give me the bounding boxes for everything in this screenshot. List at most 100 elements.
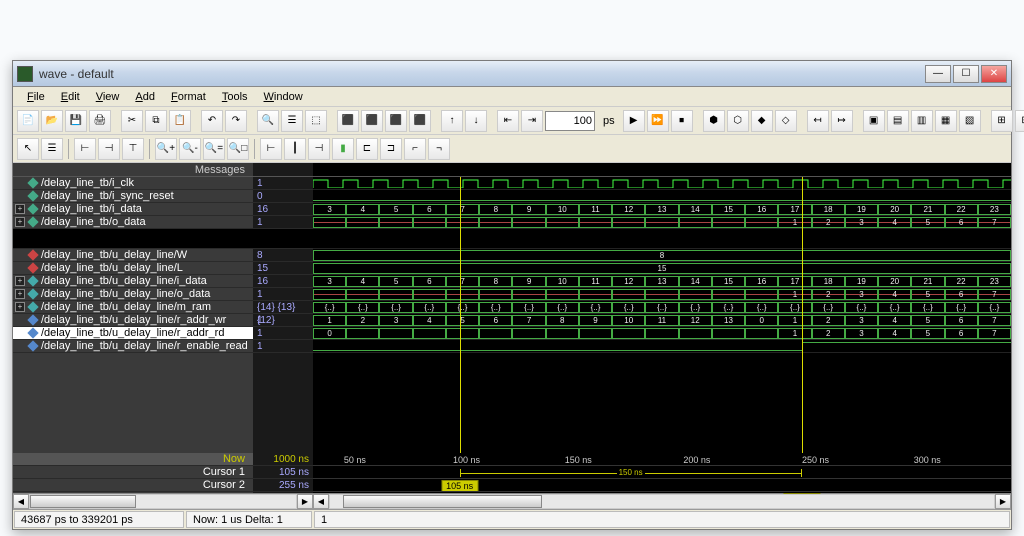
- cursor-prev-icon[interactable]: ↤: [807, 110, 829, 132]
- pointer-icon[interactable]: ↖: [17, 138, 39, 160]
- edge-mid-icon[interactable]: ┃: [284, 138, 306, 160]
- stop-icon[interactable]: ⏹: [671, 110, 693, 132]
- signal-row[interactable]: /delay_line_tb/u_delay_line/r_addr_wr: [13, 314, 253, 327]
- zoom-full-icon[interactable]: 🔍□: [227, 138, 249, 160]
- waveform-row[interactable]: [313, 190, 1011, 203]
- run-all-icon[interactable]: ⏩: [647, 110, 669, 132]
- titlebar[interactable]: wave - default — ☐ ✕: [13, 61, 1011, 87]
- expand-icon[interactable]: +: [15, 217, 25, 227]
- h-scrollbar[interactable]: ◀ ▶ ◀ ▶: [13, 493, 1011, 509]
- edge-d-icon[interactable]: ⊏: [356, 138, 378, 160]
- waveform-row[interactable]: 01234567: [313, 327, 1011, 340]
- expand-icon[interactable]: +: [15, 276, 25, 286]
- menu-window[interactable]: Window: [258, 89, 309, 105]
- g5-icon[interactable]: ▧: [959, 110, 981, 132]
- menu-add[interactable]: Add: [129, 89, 161, 105]
- wave-d-icon[interactable]: ⬛: [409, 110, 431, 132]
- signal-row[interactable]: /delay_line_tb/i_clk: [13, 177, 253, 190]
- g2-icon[interactable]: ▤: [887, 110, 909, 132]
- copy-icon[interactable]: ⧉: [145, 110, 167, 132]
- waveform-row[interactable]: 15: [313, 262, 1011, 275]
- zoom-out-icon[interactable]: 🔍-: [179, 138, 201, 160]
- up-arrow-icon[interactable]: ↑: [441, 110, 463, 132]
- menu-file[interactable]: File: [21, 89, 51, 105]
- edge-green-icon[interactable]: ▮: [332, 138, 354, 160]
- expand-icon[interactable]: +: [15, 204, 25, 214]
- wave-scroll-left-icon[interactable]: ◀: [313, 494, 329, 509]
- edge-e-icon[interactable]: ⊐: [380, 138, 402, 160]
- maximize-button[interactable]: ☐: [953, 65, 979, 83]
- wave-a-icon[interactable]: ⬛: [337, 110, 359, 132]
- wave-scroll-right-icon[interactable]: ▶: [995, 494, 1011, 509]
- g1-icon[interactable]: ▣: [863, 110, 885, 132]
- undo-icon[interactable]: ↶: [201, 110, 223, 132]
- waveform-row[interactable]: 34567891011121314151617181920212223: [313, 275, 1011, 288]
- cursor1-label[interactable]: Cursor 1: [13, 466, 253, 479]
- signal-c-icon[interactable]: ⊤: [122, 138, 144, 160]
- h1-icon[interactable]: ⊞: [991, 110, 1013, 132]
- signal-row[interactable]: +/delay_line_tb/u_delay_line/i_data: [13, 275, 253, 288]
- signal-row[interactable]: +/delay_line_tb/o_data: [13, 216, 253, 229]
- menu-format[interactable]: Format: [165, 89, 212, 105]
- cursor2-label[interactable]: Cursor 2: [13, 479, 253, 492]
- cursor-1-line[interactable]: [460, 177, 461, 453]
- cursor-next-icon[interactable]: ↦: [831, 110, 853, 132]
- scroll-left-icon[interactable]: ◀: [13, 494, 29, 509]
- time-input[interactable]: [545, 111, 595, 131]
- tree-icon[interactable]: ☰: [281, 110, 303, 132]
- edge-next-icon[interactable]: ⊣: [308, 138, 330, 160]
- open-icon[interactable]: 📂: [41, 110, 63, 132]
- waveform-row[interactable]: [313, 177, 1011, 190]
- expand-icon[interactable]: +: [15, 302, 25, 312]
- save-icon[interactable]: 💾: [65, 110, 87, 132]
- cut-icon[interactable]: ✂: [121, 110, 143, 132]
- menu-view[interactable]: View: [90, 89, 126, 105]
- signal-row[interactable]: /delay_line_tb/u_delay_line/W: [13, 249, 253, 262]
- redo-icon[interactable]: ↷: [225, 110, 247, 132]
- signal-row[interactable]: /delay_line_tb/i_sync_reset: [13, 190, 253, 203]
- waveform-row[interactable]: 1234567: [313, 216, 1011, 229]
- step-back-icon[interactable]: ⇤: [497, 110, 519, 132]
- signal-row[interactable]: +/delay_line_tb/i_data: [13, 203, 253, 216]
- down-arrow-icon[interactable]: ↓: [465, 110, 487, 132]
- waveform-row[interactable]: 8: [313, 249, 1011, 262]
- scroll-right-icon[interactable]: ▶: [297, 494, 313, 509]
- b2-icon[interactable]: ⬡: [727, 110, 749, 132]
- find-icon[interactable]: 🔍: [257, 110, 279, 132]
- edge-prev-icon[interactable]: ⊢: [260, 138, 282, 160]
- wave-c-icon[interactable]: ⬛: [385, 110, 407, 132]
- b1-icon[interactable]: ⬢: [703, 110, 725, 132]
- waveform-row[interactable]: {..}{..}{..}{..}{..}{..}{..}{..}{..}{..}…: [313, 301, 1011, 314]
- ruler-area[interactable]: 50 ns100 ns150 ns200 ns250 ns300 ns 105 …: [313, 453, 1011, 493]
- signal-b-icon[interactable]: ⊣: [98, 138, 120, 160]
- signal-row[interactable]: /delay_line_tb/u_delay_line/r_enable_rea…: [13, 340, 253, 353]
- zoom-fit-icon[interactable]: 🔍=: [203, 138, 225, 160]
- expand-icon[interactable]: +: [15, 289, 25, 299]
- g4-icon[interactable]: ▦: [935, 110, 957, 132]
- run-icon[interactable]: ▶: [623, 110, 645, 132]
- signal-row[interactable]: +/delay_line_tb/u_delay_line/m_ram: [13, 301, 253, 314]
- new-icon[interactable]: 📄: [17, 110, 39, 132]
- signal-row[interactable]: /delay_line_tb/u_delay_line/L: [13, 262, 253, 275]
- print-icon[interactable]: 🖨: [89, 110, 111, 132]
- minimize-button[interactable]: —: [925, 65, 951, 83]
- paste-icon[interactable]: 📋: [169, 110, 191, 132]
- select-icon[interactable]: ☰: [41, 138, 63, 160]
- waveform-row[interactable]: [313, 340, 1011, 353]
- step-fwd-icon[interactable]: ⇥: [521, 110, 543, 132]
- edge-g-icon[interactable]: ¬: [428, 138, 450, 160]
- menu-edit[interactable]: Edit: [55, 89, 86, 105]
- g3-icon[interactable]: ▥: [911, 110, 933, 132]
- signal-row[interactable]: +/delay_line_tb/u_delay_line/o_data: [13, 288, 253, 301]
- wave-b-icon[interactable]: ⬛: [361, 110, 383, 132]
- b3-icon[interactable]: ◆: [751, 110, 773, 132]
- menu-tools[interactable]: Tools: [216, 89, 254, 105]
- h2-icon[interactable]: ⊟: [1015, 110, 1024, 132]
- waveform-pane[interactable]: 3456789101112131415161718192021222312345…: [313, 163, 1011, 453]
- close-button[interactable]: ✕: [981, 65, 1007, 83]
- waveform-row[interactable]: 1234567891011121301234567: [313, 314, 1011, 327]
- waveform-row[interactable]: 34567891011121314151617181920212223: [313, 203, 1011, 216]
- tool-a-icon[interactable]: ⬚: [305, 110, 327, 132]
- edge-f-icon[interactable]: ⌐: [404, 138, 426, 160]
- signal-row[interactable]: /delay_line_tb/u_delay_line/r_addr_rd: [13, 327, 253, 340]
